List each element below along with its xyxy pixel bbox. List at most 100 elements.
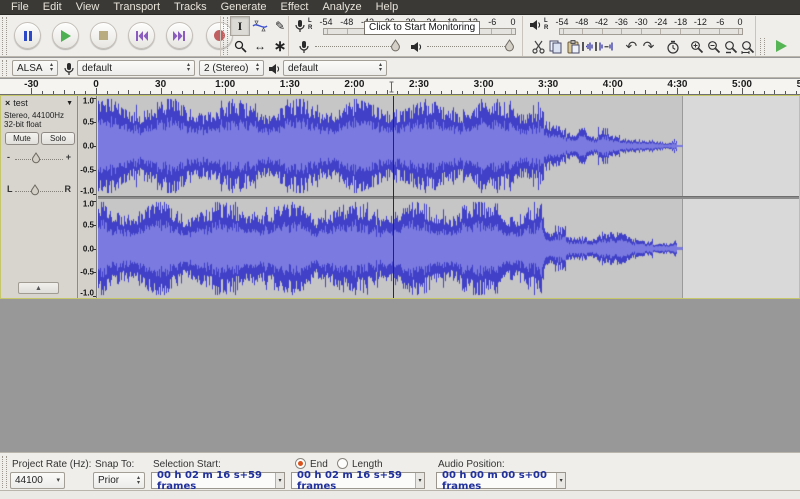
selection-start-label: Selection Start: <box>153 459 221 470</box>
end-radio-label[interactable]: End <box>310 459 328 470</box>
timeline-label: 2:30 <box>408 79 429 90</box>
spinner-icon: ▴ ▾ <box>49 62 53 73</box>
stop-button[interactable] <box>90 22 117 49</box>
play-at-speed-button[interactable] <box>776 40 787 52</box>
playback-meter[interactable]: L R -54 -48 -42 -36 -30 -24 -18 -12 -6 0 <box>525 16 749 36</box>
timeline-label: 3:30 <box>538 79 559 90</box>
envelope-tool[interactable] <box>250 16 270 36</box>
fit-selection-button[interactable] <box>723 37 740 56</box>
copy-button[interactable] <box>547 37 564 56</box>
selection-grip[interactable] <box>2 456 7 488</box>
input-channels-select[interactable]: 2 (Stereo) ▴ ▾ <box>199 60 264 76</box>
track-name[interactable]: test <box>13 98 28 108</box>
skip-to-end-icon <box>173 30 185 41</box>
output-volume-thumb[interactable] <box>504 39 515 54</box>
skip-to-end-button[interactable] <box>166 22 193 49</box>
project-rate-select[interactable]: 44100 ▾ <box>10 472 65 489</box>
menu-item-generate[interactable]: Generate <box>214 0 274 15</box>
pan-thumb[interactable] <box>30 184 40 198</box>
menu-item-effect[interactable]: Effect <box>274 0 316 15</box>
meter-scale-label: -54 <box>319 17 333 27</box>
pause-button[interactable] <box>14 22 41 49</box>
sync-lock-button[interactable] <box>664 37 681 56</box>
device-toolbar: ALSA ▴ ▾ default ▴ ▾ 2 (Stereo) ▴ ▾ default… <box>0 58 800 78</box>
pan-slider[interactable]: L R <box>7 182 71 200</box>
length-radio[interactable] <box>337 458 348 469</box>
end-radio[interactable] <box>295 458 306 469</box>
gain-slider[interactable]: - + <box>7 150 71 168</box>
track-format-info: Stereo, 44100Hz <box>4 111 65 120</box>
project-rate-label: Project Rate (Hz): <box>12 459 92 470</box>
solo-button[interactable]: Solo <box>41 132 75 145</box>
cut-button[interactable] <box>530 37 547 56</box>
output-device-select[interactable]: default ▴ ▾ <box>283 60 387 76</box>
amplitude-label: -1.0 <box>80 186 94 196</box>
amplitude-label: -1.0 <box>80 288 94 298</box>
skip-to-start-button[interactable] <box>128 22 155 49</box>
zoom-in-button[interactable] <box>689 37 706 56</box>
timeline-label: 1:00 <box>215 79 236 90</box>
selection-start-field[interactable]: 00 h 02 m 16 s+59 frames ▾ <box>151 470 285 492</box>
menu-item-tracks[interactable]: Tracks <box>167 0 214 15</box>
input-device-select[interactable]: default ▴ ▾ <box>77 60 195 76</box>
trim-icon <box>582 42 598 51</box>
length-radio-label[interactable]: Length <box>352 459 383 470</box>
selection-end-field[interactable]: 00 h 02 m 16 s+59 frames ▾ <box>291 470 425 492</box>
collapse-track-button[interactable]: ▲ <box>18 282 59 294</box>
timeline-label: 30 <box>155 79 167 90</box>
input-volume-thumb[interactable] <box>390 39 401 54</box>
track-close-button[interactable]: × <box>2 98 13 108</box>
waveform-channel-left[interactable] <box>98 96 683 196</box>
meter-scale-label: -30 <box>634 17 648 27</box>
menu-item-analyze[interactable]: Analyze <box>315 0 368 15</box>
snap-to-select[interactable]: Prior ▴ ▾ <box>93 472 145 489</box>
timeline-ruler[interactable]: -30 0 30 1:00 1:30 2:00 2:30 3:00 3:30 4:00 4:30 5:… <box>0 79 800 95</box>
meter-scale-label: -48 <box>575 17 589 27</box>
meter-scale-label: -6 <box>488 17 497 27</box>
menu-item-view[interactable]: View <box>69 0 107 15</box>
fit-selection-icon <box>725 40 738 53</box>
transcription-grip[interactable] <box>760 38 765 55</box>
undo-button[interactable]: ↶ <box>623 37 640 56</box>
multi-tool[interactable]: ∗ <box>270 36 290 56</box>
paste-button[interactable] <box>564 37 581 56</box>
gain-max-label: + <box>65 152 71 162</box>
track-menu-button[interactable]: ▼ <box>66 100 76 107</box>
meter-scale-label: -6 <box>716 17 725 27</box>
amplitude-label: -0.5 <box>80 165 94 175</box>
scissors-icon <box>531 40 545 54</box>
output-volume-slider[interactable] <box>427 46 513 47</box>
mute-button[interactable]: Mute <box>5 132 39 145</box>
transport-toolbar <box>0 15 233 57</box>
zoom-out-button[interactable] <box>706 37 723 56</box>
menu-item-edit[interactable]: Edit <box>36 0 69 15</box>
gain-thumb[interactable] <box>31 152 41 166</box>
play-button[interactable] <box>52 22 79 49</box>
meter-scale-label: -36 <box>614 17 628 27</box>
waveform-area[interactable] <box>98 96 799 298</box>
selection-tool[interactable]: I <box>230 16 250 36</box>
audio-host-select[interactable]: ALSA ▴ ▾ <box>12 60 58 76</box>
audio-position-value: 00 h 00 m 00 s+00 frames <box>442 469 547 492</box>
waveform-channel-right[interactable] <box>98 199 683 298</box>
zoom-tool[interactable] <box>230 36 250 56</box>
audio-position-field[interactable]: 00 h 00 m 00 s+00 frames ▾ <box>436 469 566 492</box>
timeline-label: 4:00 <box>602 79 623 90</box>
redo-button[interactable]: ↷ <box>640 37 657 56</box>
time-shift-tool[interactable]: ↔ <box>250 36 270 56</box>
output-device-speaker-icon <box>269 64 280 74</box>
menu-item-transport[interactable]: Transport <box>106 0 167 15</box>
input-volume-slider[interactable] <box>315 46 397 47</box>
meter-scale-label: 0 <box>737 17 743 27</box>
device-grip[interactable] <box>2 60 7 76</box>
paste-icon <box>567 39 580 53</box>
meter-scale-label: -24 <box>654 17 668 27</box>
monitoring-tooltip[interactable]: Click to Start Monitoring <box>364 21 481 35</box>
menu-item-file[interactable]: File <box>4 0 36 15</box>
track-workspace[interactable]: × test ▼ Stereo, 44100Hz 32-bit float Mu… <box>0 95 800 452</box>
menu-item-help[interactable]: Help <box>369 0 406 15</box>
draw-tool[interactable]: ✎ <box>270 16 290 36</box>
silence-audio-button[interactable] <box>598 37 615 56</box>
trim-audio-button[interactable] <box>581 37 598 56</box>
vertical-ruler[interactable]: 1.0 0.5 0.0 -0.5 -1.0 1.0 0.5 0.0 -0.5 -1.0 <box>79 96 97 298</box>
